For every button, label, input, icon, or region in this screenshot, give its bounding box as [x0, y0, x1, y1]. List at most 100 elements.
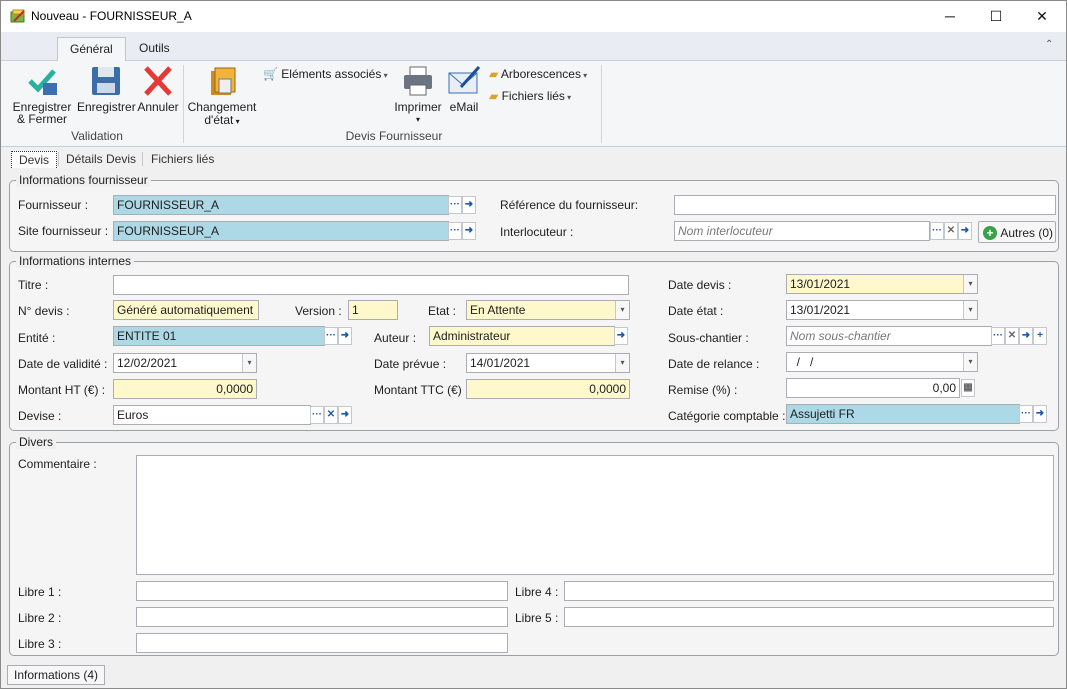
tab-details-devis[interactable]: Détails Devis — [59, 151, 143, 168]
site-field[interactable]: FOURNISSEUR_A — [113, 221, 449, 241]
tab-general[interactable]: Général — [57, 37, 126, 61]
supplier-open-button[interactable]: ➜ — [462, 196, 476, 214]
printer-icon — [404, 66, 432, 96]
version-field[interactable]: 1 — [348, 300, 398, 320]
linked-files-button[interactable]: ▰ Fichiers liés ▾ — [489, 89, 571, 103]
chevron-down-icon: ▾ — [233, 117, 240, 126]
sub-site-clear-button[interactable]: ✕ — [1005, 327, 1019, 345]
chevron-down-icon: ▾ — [381, 71, 388, 80]
reminder-date-field[interactable]: / / ▾ — [786, 352, 978, 372]
author-field[interactable]: Administrateur — [429, 326, 615, 346]
quote-date-field[interactable]: 13/01/2021 ▾ — [786, 274, 978, 294]
quote-date-value: 13/01/2021 — [790, 277, 851, 291]
print-button[interactable]: Imprimer ▾ — [394, 65, 442, 125]
free-1-field[interactable] — [136, 581, 508, 601]
supplier-field[interactable]: FOURNISSEUR_A — [113, 195, 449, 215]
chevron-down-icon[interactable]: ▾ — [963, 275, 977, 293]
free-3-field[interactable] — [136, 633, 508, 653]
sub-site-open-button[interactable]: ➜ — [1019, 327, 1033, 345]
title-field[interactable] — [113, 275, 629, 295]
save-button[interactable]: Enregistrer — [77, 65, 136, 115]
site-open-button[interactable]: ➜ — [462, 222, 476, 240]
entity-open-button[interactable]: ➜ — [338, 327, 352, 345]
entity-field[interactable]: ENTITE 01 — [113, 326, 325, 346]
others-button[interactable]: + Autres (0) — [978, 221, 1056, 243]
category-more-button[interactable]: ··· — [1019, 405, 1033, 423]
validity-date-field[interactable]: 12/02/2021 ▾ — [113, 353, 257, 373]
collapse-ribbon-icon[interactable]: ⌃ — [1045, 39, 1053, 50]
chevron-down-icon[interactable]: ▾ — [615, 354, 629, 372]
free-4-label: Libre 4 : — [515, 585, 559, 599]
trees-button[interactable]: ▰ Arborescences ▾ — [489, 67, 587, 81]
supplier-info-panel: Informations fournisseur Fournisseur : F… — [9, 173, 1059, 252]
tab-fichiers-lies[interactable]: Fichiers liés — [144, 151, 221, 168]
amount-ttc-field[interactable]: 0,0000 — [466, 379, 630, 399]
title-bar: Nouveau - FOURNISSEUR_A ─ ☐ ✕ — [1, 1, 1066, 32]
window-title: Nouveau - FOURNISSEUR_A — [31, 9, 192, 23]
sub-site-more-button[interactable]: ··· — [991, 327, 1005, 345]
trees-label: Arborescences — [500, 67, 581, 81]
email-button[interactable]: eMail — [446, 65, 482, 115]
associated-elements-button[interactable]: 🛒 Eléments associés ▾ — [263, 67, 388, 81]
chevron-down-icon: ▾ — [564, 93, 572, 102]
contact-clear-button[interactable]: ✕ — [944, 222, 958, 240]
sub-site-add-button[interactable]: + — [1033, 327, 1047, 345]
minimize-button[interactable]: ─ — [927, 1, 973, 32]
validity-date-label: Date de validité : — [18, 357, 108, 371]
supplier-info-title: Informations fournisseur — [16, 173, 151, 187]
information-button[interactable]: Informations (4) — [7, 665, 106, 685]
chevron-down-icon[interactable]: ▾ — [615, 301, 629, 319]
state-date-field[interactable]: 13/01/2021 ▾ — [786, 300, 978, 320]
cancel-label: Annuler — [137, 100, 179, 114]
validation-group-label: Validation — [71, 129, 123, 143]
contact-open-button[interactable]: ➜ — [958, 222, 972, 240]
tab-outils[interactable]: Outils — [127, 37, 182, 61]
site-more-button[interactable]: ··· — [448, 222, 462, 240]
free-4-field[interactable] — [564, 581, 1054, 601]
quote-number-field[interactable]: Généré automatiquement — [113, 300, 259, 320]
state-date-label: Date état : — [668, 304, 724, 318]
save-close-label: Enregistrer & Fermer — [12, 100, 72, 126]
chevron-down-icon: ▾ — [415, 115, 420, 124]
author-label: Auteur : — [374, 331, 417, 345]
chevron-down-icon[interactable]: ▾ — [242, 354, 256, 372]
free-2-field[interactable] — [136, 607, 508, 627]
chevron-down-icon[interactable]: ▾ — [963, 301, 977, 319]
maximize-button[interactable]: ☐ — [973, 1, 1019, 32]
cart-icon: 🛒 — [263, 67, 278, 81]
chevron-down-icon[interactable]: ▾ — [963, 353, 977, 371]
title-label: Titre : — [18, 278, 49, 292]
comment-field[interactable] — [136, 455, 1054, 575]
amount-ht-field[interactable]: 0,0000 — [113, 379, 257, 399]
supplier-reference-field[interactable] — [674, 195, 1056, 215]
internal-info-title: Informations internes — [16, 254, 135, 268]
state-select[interactable]: En Attente ▾ — [466, 300, 630, 320]
currency-more-button[interactable]: ··· — [310, 406, 324, 424]
save-close-button[interactable]: Enregistrer & Fermer — [11, 65, 73, 125]
currency-clear-button[interactable]: ✕ — [324, 406, 338, 424]
change-state-button[interactable]: Changement d'état ▾ — [187, 65, 257, 126]
category-open-button[interactable]: ➜ — [1033, 405, 1047, 423]
tab-devis[interactable]: Devis — [11, 151, 58, 168]
author-open-button[interactable]: ➜ — [614, 327, 628, 345]
supplier-more-button[interactable]: ··· — [448, 196, 462, 214]
change-state-icon — [211, 67, 236, 95]
currency-open-button[interactable]: ➜ — [338, 406, 352, 424]
calculator-icon[interactable]: ▦ — [961, 379, 975, 397]
entity-more-button[interactable]: ··· — [324, 327, 338, 345]
planned-date-value: 14/01/2021 — [470, 356, 531, 370]
currency-field[interactable]: Euros — [113, 405, 311, 425]
cancel-button[interactable]: Annuler — [137, 65, 179, 115]
state-value: En Attente — [470, 303, 526, 317]
discount-field[interactable]: 0,00 — [786, 378, 960, 398]
free-5-field[interactable] — [564, 607, 1054, 627]
print-label: Imprimer — [394, 100, 442, 114]
contact-more-button[interactable]: ··· — [930, 222, 944, 240]
close-button[interactable]: ✕ — [1019, 1, 1065, 32]
save-label: Enregistrer — [77, 100, 136, 114]
sub-site-label: Sous-chantier : — [668, 331, 749, 345]
planned-date-field[interactable]: 14/01/2021 ▾ — [466, 353, 630, 373]
accounting-category-field[interactable]: Assujetti FR — [786, 404, 1020, 424]
sub-site-field[interactable]: Nom sous-chantier — [786, 326, 992, 346]
contact-field[interactable]: Nom interlocuteur — [674, 221, 930, 241]
